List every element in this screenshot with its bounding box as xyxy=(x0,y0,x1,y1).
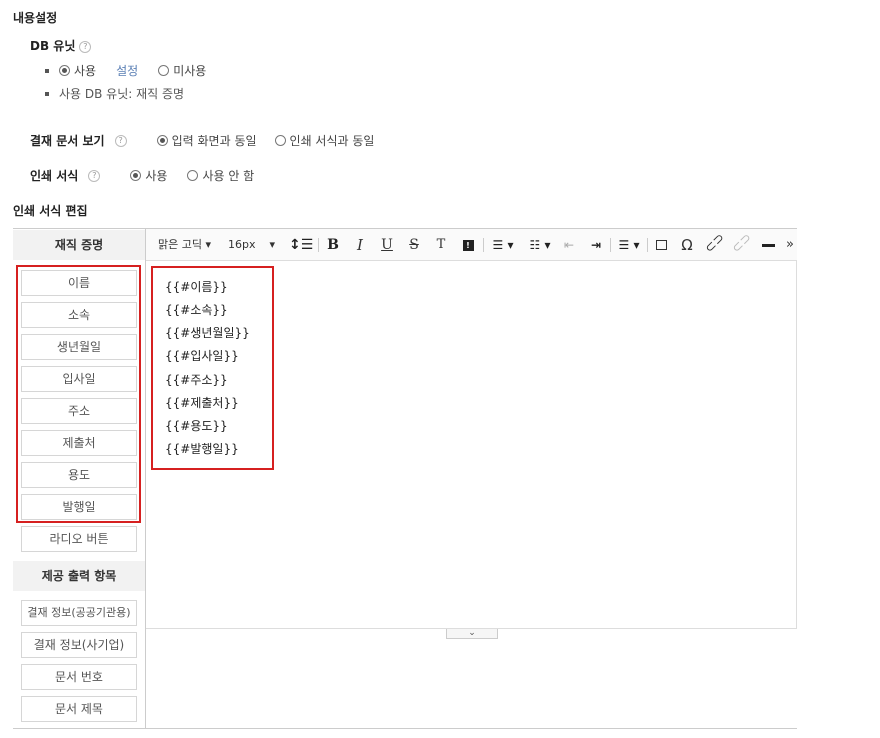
frame-bottom-border xyxy=(13,728,797,729)
highlight-box-editor xyxy=(151,266,274,470)
editor-line-issue-date: {{#발행일}} xyxy=(165,442,239,456)
radio-empty-icon xyxy=(274,135,286,146)
text-color-button[interactable]: T xyxy=(432,236,450,254)
print-format-unused-radio[interactable]: 사용 안 함 xyxy=(187,167,254,184)
sidebar-group-outputs: 제공 출력 항목 xyxy=(13,561,145,591)
print-format-label: 인쇄 서식 xyxy=(30,169,79,183)
radio-empty-icon xyxy=(158,65,170,76)
font-size-select[interactable]: 16px ▾ xyxy=(228,236,280,254)
editor-line-address: {{#주소}} xyxy=(165,373,228,387)
approval-view-label: 결재 문서 보기 xyxy=(30,134,105,148)
outdent-icon[interactable]: ⇤ xyxy=(561,236,577,254)
underline-button[interactable]: U xyxy=(378,236,396,254)
db-unit-info: 사용 DB 유닛: 재직 증명 xyxy=(59,87,185,101)
background-color-icon[interactable]: ! xyxy=(459,236,477,254)
approval-view-input-radio[interactable]: 입력 화면과 동일 xyxy=(156,132,257,149)
output-button-doc-title[interactable]: 문서 제목 xyxy=(21,696,137,722)
approval-view-row: 결재 문서 보기? 입력 화면과 동일 인쇄 서식과 동일 xyxy=(30,132,374,149)
field-button-address[interactable]: 주소 xyxy=(21,398,137,424)
line-height-icon[interactable]: ↕☰ xyxy=(289,236,313,254)
editor-line-submit-to: {{#제출처}} xyxy=(165,396,239,410)
output-button-approval-public[interactable]: 결재 정보(공공기관용) xyxy=(21,600,137,626)
special-char-button[interactable]: Ω xyxy=(678,236,696,254)
editor-line-birthdate: {{#생년월일}} xyxy=(165,326,250,340)
output-button-doc-number[interactable]: 문서 번호 xyxy=(21,664,137,690)
resize-handle-chevron-down-icon[interactable]: ⌄ xyxy=(446,629,498,639)
db-unit-label: DB 유닛 xyxy=(30,39,76,53)
print-format-use-radio[interactable]: 사용 xyxy=(130,167,167,184)
bullet-list-icon[interactable]: ☰ ▾ xyxy=(489,236,517,254)
italic-button[interactable]: I xyxy=(351,236,369,254)
field-button-birthdate[interactable]: 생년월일 xyxy=(21,334,137,360)
image-icon[interactable] xyxy=(652,236,670,254)
horizontal-rule-icon[interactable] xyxy=(759,236,777,254)
edit-title: 인쇄 서식 편집 xyxy=(13,204,88,218)
toolbar-separator xyxy=(318,238,319,252)
more-button[interactable]: » xyxy=(784,236,796,254)
db-unit-row: DB 유닛? xyxy=(30,37,92,54)
editor-line-name: {{#이름}} xyxy=(165,280,228,294)
db-unit-info-row: 사용 DB 유닛: 재직 증명 xyxy=(45,85,184,102)
section-title: 내용설정 xyxy=(13,11,58,25)
field-button-name[interactable]: 이름 xyxy=(21,270,137,296)
toolbar-separator xyxy=(647,238,648,252)
align-icon[interactable]: ☰ ▾ xyxy=(616,236,642,254)
radio-selected-icon xyxy=(156,135,168,146)
approval-view-print-radio[interactable]: 인쇄 서식과 동일 xyxy=(274,132,374,149)
help-icon[interactable]: ? xyxy=(114,134,127,147)
editor-line-purpose: {{#용도}} xyxy=(165,419,228,433)
editor-line-join-date: {{#입사일}} xyxy=(165,349,239,363)
print-format-row: 인쇄 서식? 사용 사용 안 함 xyxy=(30,167,254,184)
editor-line-affiliation: {{#소속}} xyxy=(165,303,228,317)
toolbar-separator xyxy=(610,238,611,252)
numbered-list-icon[interactable]: ☷ ▾ xyxy=(526,236,554,254)
bullet-icon xyxy=(45,68,49,73)
indent-icon[interactable]: ⇥ xyxy=(588,236,604,254)
db-unit-use-radio[interactable]: 사용 xyxy=(59,62,96,79)
help-icon[interactable]: ? xyxy=(88,169,101,182)
radio-empty-icon xyxy=(187,170,199,181)
strikethrough-button[interactable]: S xyxy=(405,236,423,254)
field-button-purpose[interactable]: 용도 xyxy=(21,462,137,488)
field-button-affiliation[interactable]: 소속 xyxy=(21,302,137,328)
field-button-join-date[interactable]: 입사일 xyxy=(21,366,137,392)
toolbar-separator xyxy=(483,238,484,252)
font-family-select[interactable]: 맑은 고딕 ▾ xyxy=(158,236,214,254)
radio-selected-icon xyxy=(59,65,70,76)
db-unit-unused-radio[interactable]: 미사용 xyxy=(158,62,206,79)
output-button-approval-private[interactable]: 결재 정보(사기업) xyxy=(21,632,137,658)
field-button-issue-date[interactable]: 발행일 xyxy=(21,494,137,520)
radio-button-field[interactable]: 라디오 버튼 xyxy=(21,526,137,552)
bold-button[interactable]: B xyxy=(324,236,342,254)
radio-selected-icon xyxy=(130,170,142,181)
db-unit-settings-link[interactable]: 설정 xyxy=(116,62,138,79)
help-icon[interactable]: ? xyxy=(79,40,92,53)
bullet-icon xyxy=(45,91,49,96)
sidebar-group-employment: 재직 증명 xyxy=(13,230,145,260)
field-button-submit-to[interactable]: 제출처 xyxy=(21,430,137,456)
db-unit-options: 사용 설정 미사용 xyxy=(45,62,206,79)
